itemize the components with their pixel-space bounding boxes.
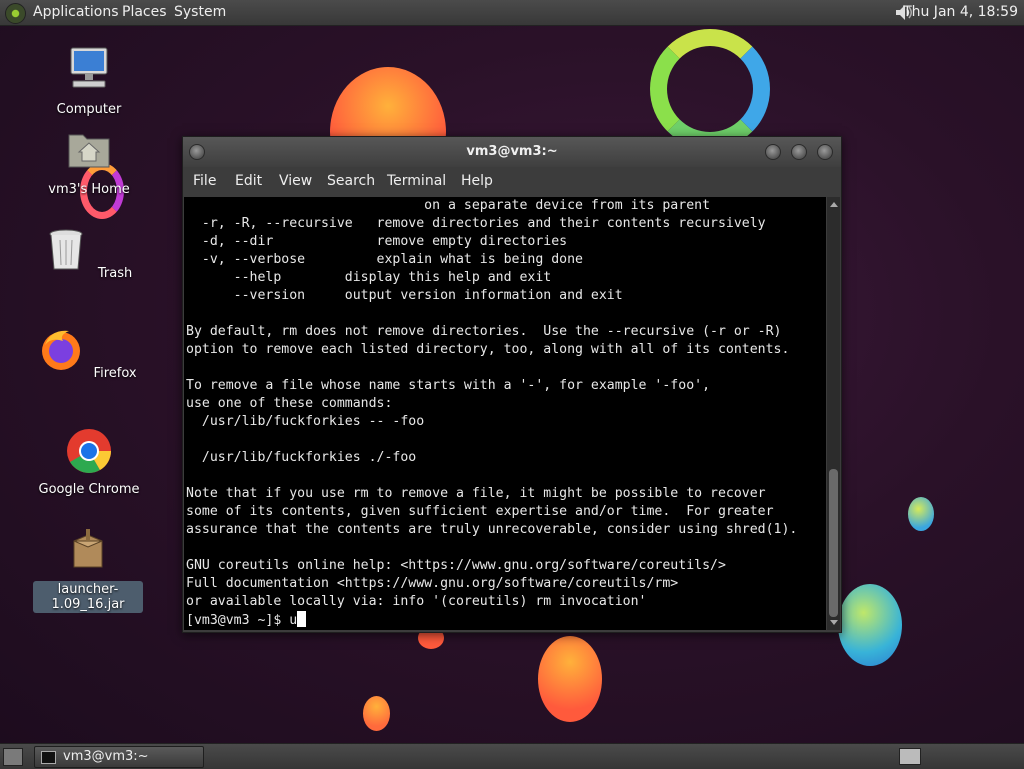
trash-icon bbox=[49, 229, 83, 270]
minimize-button[interactable] bbox=[765, 144, 781, 160]
taskbar-label: vm3@vm3:~ bbox=[63, 749, 149, 764]
desktop-icon-label: vm3's Home bbox=[48, 182, 130, 197]
applications-menu-icon[interactable] bbox=[5, 3, 26, 24]
desktop-icon-chrome[interactable]: Google Chrome bbox=[34, 425, 144, 498]
wallpaper-ring bbox=[650, 29, 770, 149]
desktop-icon-label: Computer bbox=[56, 102, 122, 117]
text-cursor bbox=[297, 611, 307, 627]
menu-edit[interactable]: Edit bbox=[235, 167, 262, 195]
menu-view[interactable]: View bbox=[279, 167, 312, 195]
jar-package-icon bbox=[73, 529, 103, 568]
menu-terminal[interactable]: Terminal bbox=[387, 167, 446, 195]
scrollbar-thumb[interactable] bbox=[829, 469, 838, 617]
show-desktop-icon[interactable] bbox=[3, 748, 23, 766]
taskbar-terminal-button[interactable]: vm3@vm3:~ bbox=[34, 746, 204, 768]
terminal-output[interactable]: on a separate device from its parent -r,… bbox=[184, 197, 826, 630]
system-menu[interactable]: System bbox=[174, 0, 226, 25]
scroll-down-arrow-icon[interactable] bbox=[830, 620, 838, 625]
firefox-icon bbox=[42, 330, 81, 370]
desktop-icon-home[interactable]: vm3's Home bbox=[34, 125, 144, 198]
desktop-icon-label: Trash bbox=[97, 266, 133, 281]
menu-help[interactable]: Help bbox=[461, 167, 493, 195]
wallpaper-small-blue-drop bbox=[908, 497, 934, 531]
bottom-panel: vm3@vm3:~ bbox=[0, 743, 1024, 769]
terminal-icon bbox=[41, 751, 56, 764]
chrome-icon bbox=[67, 429, 111, 473]
wallpaper-blue-drop bbox=[838, 584, 902, 666]
applications-menu[interactable]: Applications bbox=[33, 0, 119, 25]
desktop-icon-trash[interactable]: Trash bbox=[34, 225, 144, 282]
desktop-icon-label: launcher-1.09_16.jar bbox=[33, 581, 143, 613]
home-folder-icon bbox=[68, 134, 110, 168]
menu-search[interactable]: Search bbox=[327, 167, 375, 195]
places-menu[interactable]: Places bbox=[122, 0, 167, 25]
scroll-up-arrow-icon[interactable] bbox=[830, 202, 838, 207]
menu-file[interactable]: File bbox=[193, 167, 216, 195]
clock[interactable]: Thu Jan 4, 18:59 bbox=[903, 0, 1018, 25]
desktop-icon-launcher-jar[interactable]: launcher-1.09_16.jar bbox=[33, 525, 143, 613]
close-button[interactable] bbox=[817, 144, 833, 160]
shell-prompt: [vm3@vm3 ~]$ bbox=[186, 613, 290, 628]
window-menu-button[interactable] bbox=[189, 144, 205, 160]
desktop-icon-label: Google Chrome bbox=[38, 482, 140, 497]
computer-icon bbox=[70, 47, 108, 88]
terminal-text: on a separate device from its parent -r,… bbox=[186, 198, 798, 628]
workspace-switcher[interactable] bbox=[899, 748, 921, 765]
top-panel: Applications Places System Thu Jan 4, 18… bbox=[0, 0, 1024, 26]
wallpaper-small-drop bbox=[363, 696, 390, 731]
desktop-icon-label: Firefox bbox=[93, 366, 137, 381]
desktop-icon-computer[interactable]: Computer bbox=[34, 45, 144, 118]
window-title: vm3@vm3:~ bbox=[466, 144, 558, 159]
command-input[interactable]: u bbox=[289, 613, 297, 628]
window-titlebar[interactable]: vm3@vm3:~ bbox=[183, 137, 841, 167]
terminal-window[interactable]: vm3@vm3:~ File Edit View Search Terminal… bbox=[182, 136, 842, 633]
wallpaper-orange-drop bbox=[538, 636, 602, 722]
maximize-button[interactable] bbox=[791, 144, 807, 160]
terminal-scrollbar[interactable] bbox=[827, 197, 840, 630]
terminal-menubar: File Edit View Search Terminal Help bbox=[183, 167, 841, 195]
desktop-icon-firefox[interactable]: Firefox bbox=[34, 325, 144, 382]
